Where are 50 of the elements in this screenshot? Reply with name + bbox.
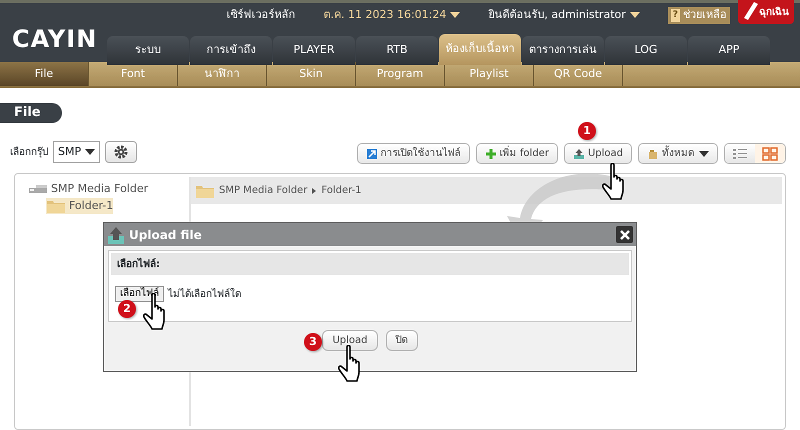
help-icon: ? <box>670 8 680 22</box>
hand-cursor-icon <box>602 163 625 201</box>
export-icon <box>366 148 378 160</box>
dialog-button[interactable]: ปิด <box>386 330 418 351</box>
sub-tab[interactable]: File <box>0 62 89 86</box>
dialog-title: Upload file <box>129 226 202 244</box>
help-button[interactable]: ? ช่วยเหลือ <box>668 7 730 24</box>
datetime-menu[interactable]: ต.ค. 11 2023 16:01:24 <box>323 7 460 24</box>
grid-view-icon <box>762 146 778 160</box>
upload-icon <box>572 148 585 160</box>
step-badge: 1 <box>578 122 596 140</box>
view-toggle[interactable] <box>725 144 755 163</box>
nav-tab[interactable]: LOG <box>605 36 687 65</box>
nav-tab[interactable]: RTB <box>356 36 438 65</box>
group-select[interactable]: SMP <box>53 141 100 163</box>
breadcrumb-item[interactable]: SMP Media Folder <box>219 183 308 198</box>
filter-dropdown[interactable]: ทั้งหมด <box>638 143 718 164</box>
toolbar-button[interactable]: Upload <box>564 143 632 164</box>
toolbar-button[interactable]: การเปิดใช้งานไฟล์ <box>356 143 470 164</box>
gear-icon <box>113 144 130 160</box>
logo: CAYIN <box>12 24 98 55</box>
nav-tab[interactable]: APP <box>688 36 770 65</box>
section-label: เลือกไฟล์: <box>111 253 629 275</box>
upload-icon <box>107 226 125 244</box>
tree-item[interactable]: Folder-1 <box>46 198 114 214</box>
nav-tab[interactable]: การเข้าถึง <box>190 36 272 65</box>
list-view-icon <box>732 146 748 160</box>
toolbar-button[interactable]: เพิ่ม folder <box>476 143 558 164</box>
help-label: ช่วยเหลือ <box>683 7 727 23</box>
group-label: เลือกกรุ๊ป <box>10 146 48 160</box>
settings-button[interactable] <box>105 141 138 163</box>
chevron-icon <box>311 186 318 194</box>
user-menu[interactable]: ยินดีต้อนรับ, administrator <box>488 7 640 24</box>
folder-icon <box>647 148 659 160</box>
dialog-button[interactable]: Upload <box>322 330 378 351</box>
close-icon <box>618 228 630 240</box>
hand-cursor-icon <box>338 345 361 383</box>
nav-tab[interactable]: PLAYER <box>273 36 355 65</box>
nav-tab[interactable]: ระบบ <box>107 36 189 65</box>
breadcrumb-item[interactable]: Folder-1 <box>321 183 362 198</box>
emergency-button[interactable]: ฉุกเฉิน <box>738 0 794 24</box>
close-button[interactable] <box>616 226 633 243</box>
pen-icon <box>742 0 760 22</box>
nav-tab[interactable]: ตารางการเล่น <box>522 36 604 65</box>
plus-icon <box>484 148 497 160</box>
section-title: File <box>0 103 62 123</box>
server-link[interactable]: เซิร์ฟเวอร์หลัก <box>226 7 296 24</box>
file-status: ไม่ได้เลือกไฟล์ใด <box>168 287 241 302</box>
view-toggle[interactable] <box>755 144 785 163</box>
tree-item[interactable]: SMP Media Folder <box>28 181 148 198</box>
